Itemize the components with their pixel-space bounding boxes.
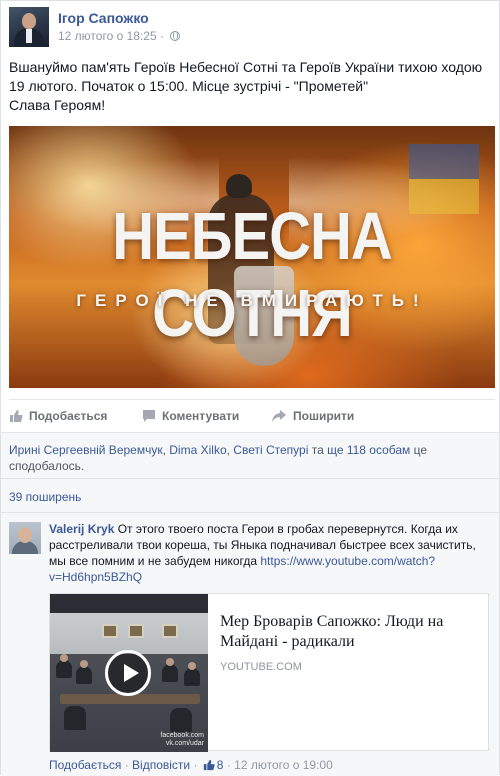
thumbs-up-icon: [203, 759, 215, 771]
link-preview[interactable]: facebook.com vk.com/udar Мер Броварів Са…: [49, 593, 489, 752]
likes-tail: це: [410, 443, 428, 457]
wall-picture: [128, 624, 144, 638]
separator: ·: [223, 758, 235, 772]
action-bar: Подобається Коментувати Поширити: [9, 399, 495, 433]
preview-title[interactable]: Мер Броварів Сапожко: Люди на Майдані - …: [220, 612, 482, 652]
comment-like-button[interactable]: Подобається: [49, 758, 121, 772]
post-header: Ігор Сапожко 12 лютого о 18:25 ·: [9, 7, 489, 47]
post-image[interactable]: НЕБЕСНА СОТНЯ ГЕРОЇ НЕ ВМИРАЮТЬ!: [9, 126, 495, 388]
author-name[interactable]: Ігор Сапожко: [58, 10, 149, 26]
share-arrow-icon: [272, 410, 286, 422]
thumbnail-watermark: facebook.com vk.com/udar: [160, 732, 204, 748]
comment-timestamp[interactable]: 12 лютого о 19:00: [234, 758, 333, 772]
comment-text-line: От этого твоего поста Герои в гробах пер…: [114, 522, 458, 536]
avatar-shirt: [26, 29, 32, 43]
comment-button[interactable]: Коментувати: [142, 409, 239, 423]
person: [184, 668, 200, 686]
post-timestamp[interactable]: 12 лютого о 18:25 ·: [58, 29, 164, 43]
others-likers-link[interactable]: ще 118 особам: [327, 443, 410, 457]
post-meta: 12 лютого о 18:25 ·: [58, 29, 181, 43]
likes-summary: Ирині Сергеевній Веремчук, Dima Xilko, С…: [1, 432, 499, 478]
watermark-line: vk.com/udar: [165, 740, 204, 747]
watermark-line: facebook.com: [160, 732, 204, 739]
thumbs-up-icon: [10, 410, 23, 422]
separator: ·: [121, 758, 133, 772]
shares-count-link[interactable]: 39 поширень: [9, 490, 81, 504]
post-card: Ігор Сапожко 12 лютого о 18:25 · Вшануйм…: [0, 0, 500, 776]
comment-text-line: мы все помним и не забудем никогда: [49, 554, 261, 568]
liker-link[interactable]: Ирині Сергеевній Веремчук: [9, 443, 163, 457]
preview-domain: YOUTUBE.COM: [220, 661, 302, 673]
comment: Valerij Kryk От этого твоего поста Герои…: [1, 512, 499, 776]
like-label: Подобається: [29, 409, 108, 423]
commenter-avatar[interactable]: [9, 522, 41, 554]
comment-link-cont[interactable]: v=Hd6hpn5BZhQ: [49, 570, 142, 584]
image-subtitle: ГЕРОЇ НЕ ВМИРАЮТЬ!: [76, 291, 428, 310]
image-title: НЕБЕСНА СОТНЯ: [112, 199, 393, 351]
avatar-head: [22, 13, 36, 29]
share-button[interactable]: Поширити: [271, 409, 354, 423]
post-text-line: 19 лютого. Початок о 15:00. Місце зустрі…: [9, 78, 369, 94]
comment-label: Коментувати: [162, 409, 240, 423]
post-text: Вшануймо пам'ять Героїв Небесної Сотні т…: [9, 58, 495, 115]
globe-icon[interactable]: [170, 31, 181, 41]
person: [162, 664, 178, 682]
person: [170, 708, 192, 732]
wall-picture: [102, 624, 118, 638]
liker-link[interactable]: Dima Xilko: [169, 443, 226, 457]
post-text-line: Слава Героям!: [9, 97, 106, 113]
like-button[interactable]: Подобається: [9, 409, 107, 423]
face: [80, 660, 88, 668]
likes-line2: сподобалось.: [9, 459, 85, 473]
video-thumbnail[interactable]: facebook.com vk.com/udar: [50, 594, 208, 752]
comment-icon: [143, 410, 155, 422]
commenter-name[interactable]: Valerij Kryk: [49, 522, 114, 536]
liker-link[interactable]: Светі Степурі: [233, 443, 308, 457]
play-icon[interactable]: [105, 650, 151, 696]
person: [76, 666, 92, 684]
comment-footer: Подобається · Відповісти · 8 · 12 лютого…: [49, 758, 333, 772]
comment-body: Valerij Kryk От этого твоего поста Герои…: [49, 521, 489, 585]
person: [64, 706, 86, 730]
face: [188, 662, 196, 670]
comment-reply-button[interactable]: Відповісти: [132, 758, 190, 772]
post-text-line: Вшануймо пам'ять Героїв Небесної Сотні т…: [9, 59, 483, 75]
shares-row: 39 поширень: [1, 478, 499, 512]
comment-text-line: расстреливали твои кореша, ты Яныка подн…: [49, 538, 476, 552]
share-label: Поширити: [293, 409, 355, 423]
author-avatar[interactable]: [9, 7, 49, 47]
likes-and: та: [308, 443, 328, 457]
face: [60, 654, 68, 662]
separator: ·: [190, 758, 201, 772]
wall-picture: [162, 624, 178, 638]
face: [166, 658, 174, 666]
person: [56, 660, 72, 678]
comment-link[interactable]: https://www.youtube.com/watch?: [260, 554, 435, 568]
